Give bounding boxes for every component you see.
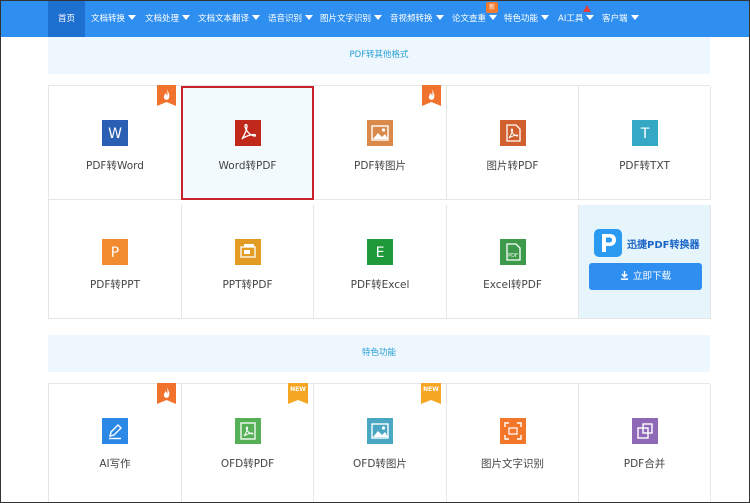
download-button[interactable]: 立即下载 [589, 263, 702, 290]
tool-pdf-to-excel[interactable]: E PDF转Excel [314, 205, 447, 319]
tool-label: AI写作 [99, 458, 131, 470]
chevron-down-icon [182, 15, 191, 20]
merge-icon [631, 418, 658, 444]
svg-text:P: P [111, 245, 119, 261]
ppt-icon: P [102, 239, 128, 265]
chevron-down-icon [305, 15, 314, 20]
chevron-down-icon [489, 15, 498, 20]
tool-label: PDF转TXT [619, 160, 670, 172]
svg-text:E: E [376, 245, 385, 261]
app-frame: 首页 文档转换 文档处理 文档文本翻译 语音识别 图片文字识别 音视频转换 论文… [0, 0, 750, 503]
logo-mark-icon [602, 234, 616, 252]
tool-ofd-to-pdf[interactable]: OFD转PDF NEW [182, 383, 314, 502]
tool-pdf-to-txt[interactable]: T PDF转TXT [579, 86, 711, 200]
new-badge: 新 [486, 2, 498, 13]
nav-doc-translate-label: 文档文本翻译 [198, 14, 250, 24]
chevron-down-icon [374, 15, 383, 20]
promo-download-card: 迅捷PDF转换器 立即下载 [579, 205, 711, 319]
hot-fire-icon [157, 383, 176, 404]
chevron-down-icon [252, 15, 261, 20]
tool-label: PDF转图片 [354, 160, 406, 172]
tool-ppt-to-pdf[interactable]: PPT转PDF [182, 205, 314, 319]
nav-features-label: 特色功能 [504, 14, 539, 24]
nav-ocr[interactable]: 图片文字识别 [320, 1, 383, 37]
top-nav: 首页 文档转换 文档处理 文档文本翻译 语音识别 图片文字识别 音视频转换 论文… [1, 1, 749, 37]
svg-text:W: W [108, 126, 122, 142]
nav-doc-process-label: 文档处理 [145, 14, 180, 24]
tool-label: PDF合并 [623, 458, 666, 470]
nav-client[interactable]: 客户端 [602, 1, 639, 37]
chevron-down-icon [586, 15, 595, 20]
new-tag: NEW [421, 383, 441, 404]
section-header-features: 特色功能 [48, 335, 710, 372]
tool-pdf-merge[interactable]: PDF合并 [579, 384, 711, 502]
tool-excel-to-pdf[interactable]: PDF Excel转PDF [447, 205, 579, 319]
nav-ocr-label: 图片文字识别 [320, 14, 372, 24]
word-icon: W [102, 120, 128, 146]
tool-label: Excel转PDF [483, 279, 542, 291]
tool-label: Word转PDF [218, 160, 277, 172]
tool-pdf-to-ppt[interactable]: P PDF转PPT [49, 205, 182, 319]
pdf-icon [234, 120, 261, 146]
tool-label: PDF转PPT [89, 279, 141, 291]
nav-ai-tools-label: AI工具 [558, 14, 584, 24]
tool-grid-features: AI写作 OFD转PDF NEW OFD转图片 NEW 图片文字识别 PDF合并 [48, 383, 711, 502]
svg-text:PDF: PDF [508, 253, 518, 259]
nav-doc-translate[interactable]: 文档文本翻译 [198, 1, 261, 37]
ocr-icon [499, 418, 526, 444]
tool-label: OFD转PDF [220, 458, 275, 470]
svg-text:T: T [639, 126, 649, 142]
tool-image-ocr[interactable]: 图片文字识别 [447, 384, 579, 502]
nav-speech[interactable]: 语音识别 [268, 1, 314, 37]
arrow-up-icon [583, 5, 591, 12]
nav-client-label: 客户端 [602, 14, 628, 24]
tool-image-to-pdf[interactable]: 图片转PDF [447, 86, 579, 200]
excel-pdf-icon: PDF [499, 239, 526, 265]
pen-icon [102, 418, 128, 444]
chevron-down-icon [541, 15, 550, 20]
tool-word-to-pdf[interactable]: Word转PDF [181, 86, 314, 200]
new-tag: NEW [288, 383, 308, 404]
pdf-doc-icon [499, 120, 526, 146]
promo-title: 迅捷PDF转换器 [627, 240, 700, 251]
tool-label: 图片文字识别 [481, 458, 544, 470]
tool-label: OFD转图片 [353, 458, 407, 470]
chevron-down-icon [630, 15, 639, 20]
chevron-down-icon [128, 15, 137, 20]
nav-features[interactable]: 特色功能 [504, 1, 550, 37]
nav-speech-label: 语音识别 [268, 14, 303, 24]
chevron-down-icon [435, 15, 444, 20]
hot-fire-icon [157, 85, 176, 106]
download-icon [620, 271, 629, 280]
tool-label: PDF转Word [86, 160, 144, 172]
tool-pdf-to-word[interactable]: W PDF转Word [49, 85, 182, 200]
app-logo-icon [594, 229, 622, 257]
txt-icon: T [631, 120, 658, 146]
nav-av-convert-label: 音视频转换 [390, 14, 433, 24]
ppt-pdf-icon [234, 239, 261, 265]
tool-label: PPT转PDF [222, 279, 273, 291]
tool-label: 图片转PDF [486, 160, 539, 172]
excel-icon: E [367, 239, 393, 265]
tool-pdf-to-image[interactable]: PDF转图片 [314, 85, 447, 200]
ofd-pdf-icon [234, 418, 261, 444]
ofd-image-icon [367, 418, 393, 444]
download-button-label: 立即下载 [632, 271, 671, 282]
nav-doc-convert[interactable]: 文档转换 [91, 1, 137, 37]
image-icon [367, 120, 393, 146]
tool-ai-writing[interactable]: AI写作 [49, 383, 182, 502]
section-header-pdf-convert: PDF转其他格式 [48, 37, 710, 74]
nav-plagiarism-label: 论文查重 [452, 14, 487, 24]
hot-fire-icon [422, 85, 441, 106]
nav-av-convert[interactable]: 音视频转换 [390, 1, 444, 37]
tool-grid-pdf: W PDF转Word Word转PDF PDF转图片 图片转PDF T PDF转… [48, 85, 711, 319]
nav-doc-process[interactable]: 文档处理 [145, 1, 191, 37]
nav-doc-convert-label: 文档转换 [91, 14, 126, 24]
tool-ofd-to-image[interactable]: OFD转图片 NEW [314, 383, 447, 502]
tool-label: PDF转Excel [350, 279, 410, 291]
nav-home[interactable]: 首页 [48, 1, 85, 37]
